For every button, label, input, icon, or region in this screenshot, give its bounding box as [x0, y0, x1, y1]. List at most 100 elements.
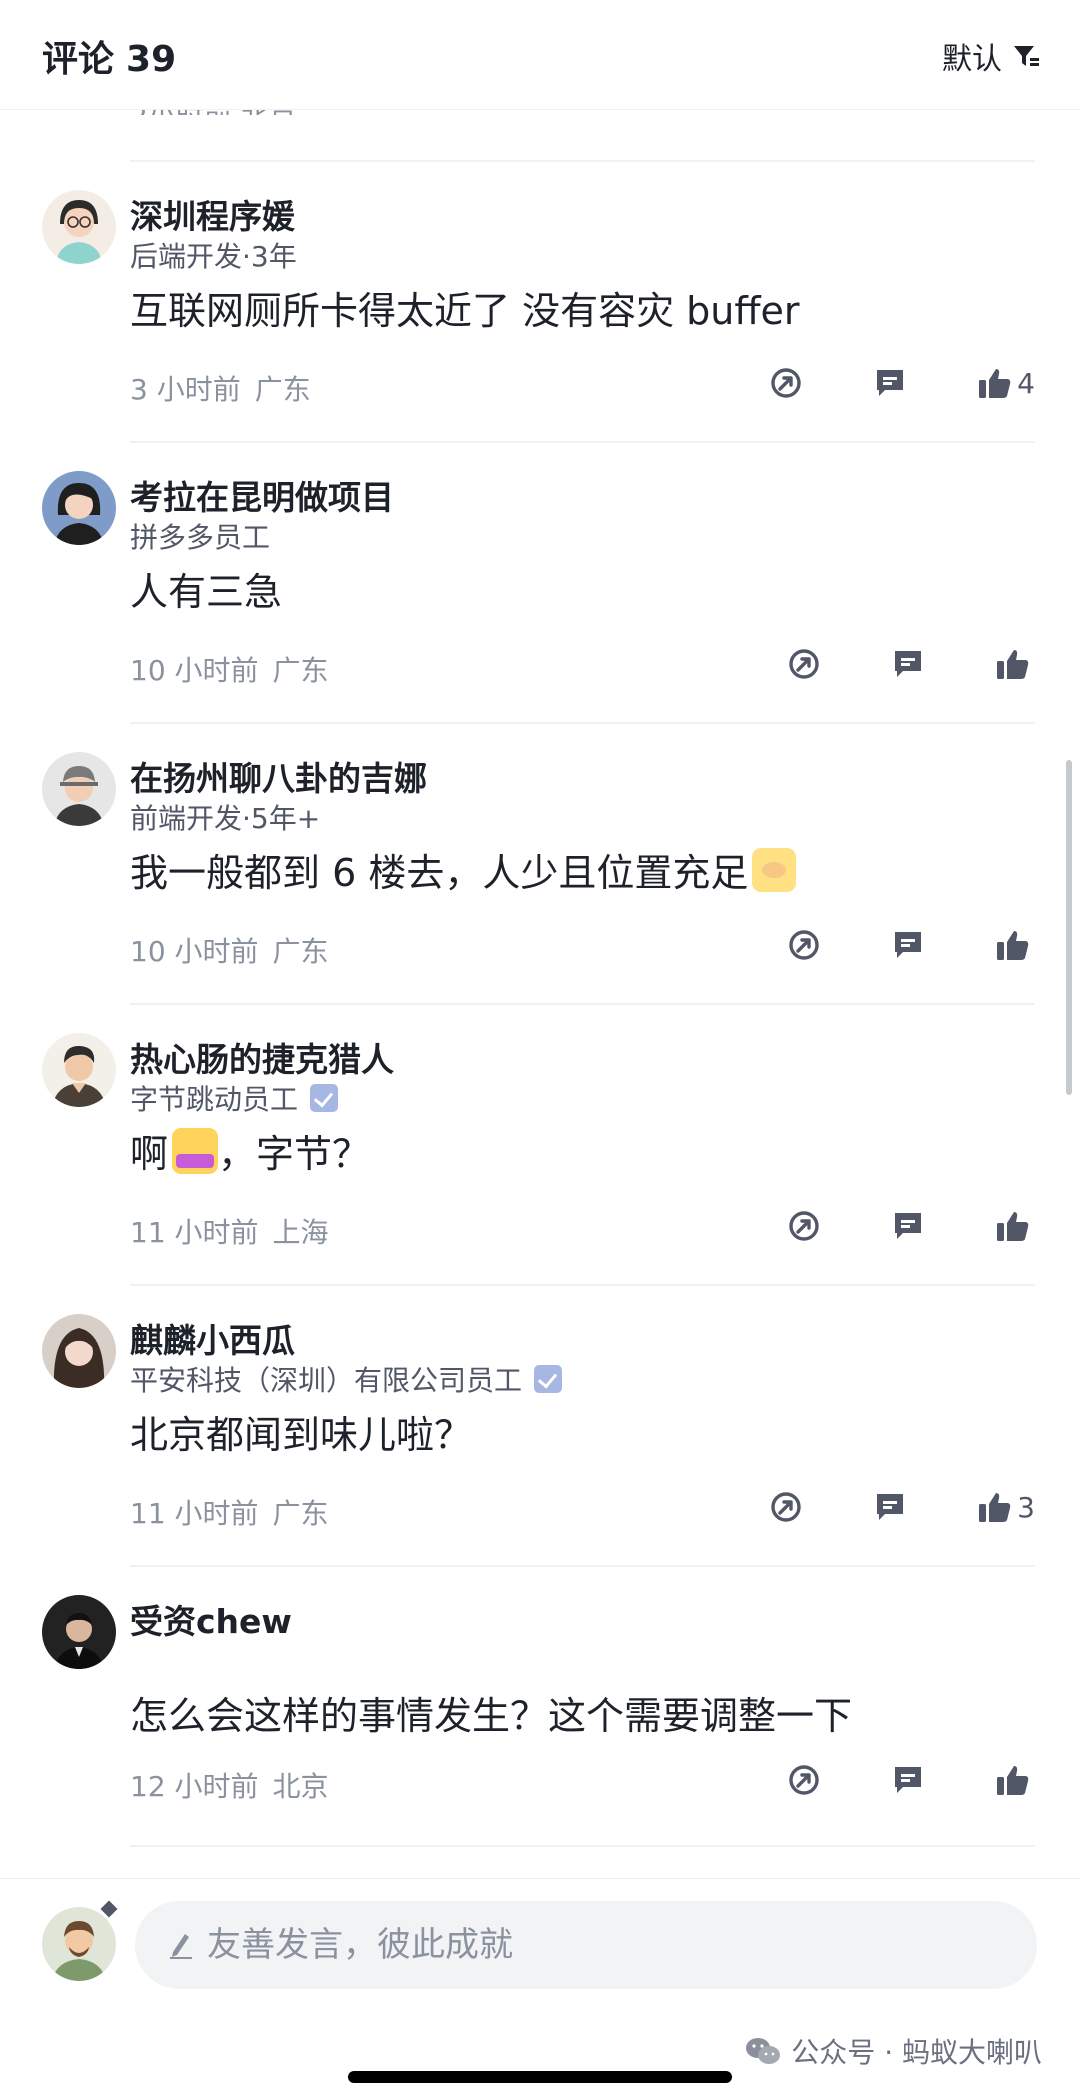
comment-location: 广东 — [254, 373, 311, 406]
comment-divider — [130, 722, 1035, 724]
share-button[interactable] — [769, 1490, 803, 1524]
comment-time-location: 10 小时前 广东 — [130, 930, 329, 970]
comment-composer: 公众号 · 蚂蚁大喇叭 — [0, 1878, 1080, 2097]
reply-button[interactable] — [873, 366, 907, 400]
like-count: 4 — [1017, 366, 1035, 400]
avatar[interactable] — [42, 1033, 116, 1107]
comment-time: 10 小时前 — [130, 654, 259, 687]
sort-label: 默认 — [942, 42, 1002, 77]
comment-icon — [895, 932, 921, 958]
comment-text-after: ，字节？ — [218, 1132, 371, 1176]
comment-actions: 3 — [769, 1490, 1035, 1524]
filter-icon — [1014, 46, 1039, 66]
share-button[interactable] — [769, 366, 803, 400]
reply-button[interactable] — [891, 1763, 925, 1797]
avatar[interactable] — [42, 190, 116, 264]
pen-icon — [170, 1934, 192, 1959]
comment-text: 互联网厕所卡得太近了 没有容灾 buffer — [130, 289, 800, 333]
like-button[interactable] — [995, 928, 1035, 962]
like-button[interactable] — [995, 647, 1035, 681]
thumbs-up-icon — [997, 1766, 1029, 1795]
reply-button[interactable] — [891, 928, 925, 962]
like-button[interactable]: 4 — [977, 366, 1035, 400]
comments-title: 评论 39 — [42, 30, 176, 82]
comment-icon — [877, 370, 904, 396]
comment-actions — [787, 647, 1035, 681]
share-icon — [789, 1211, 819, 1241]
comment-text: 北京都闻到味儿啦？ — [130, 1413, 473, 1457]
comment-input[interactable] — [207, 1925, 987, 1965]
like-button[interactable]: 3 — [977, 1490, 1035, 1524]
share-button[interactable] — [787, 1209, 821, 1243]
comment-text-content: 我一般都到 6 楼去，人少且位置充足 — [130, 851, 749, 895]
comment-footer: 10 小时前 广东 — [130, 647, 1035, 687]
comment-time: 12 小时前 — [130, 1770, 259, 1803]
commenter-title-text: 前端开发·5年+ — [130, 802, 321, 835]
comment-time-location: 12 小时前 北京 — [130, 1765, 329, 1805]
comment-divider — [130, 1845, 1035, 1847]
comment-icon — [895, 1767, 921, 1793]
comment-time-location: 11 小时前 广东 — [130, 1492, 329, 1532]
watermark-text: 公众号 · 蚂蚁大喇叭 — [791, 2036, 1042, 2069]
share-button[interactable] — [787, 1763, 821, 1797]
comment-location: 广东 — [272, 654, 329, 687]
reply-button[interactable] — [873, 1490, 907, 1524]
reply-button[interactable] — [891, 1209, 925, 1243]
scrollbar[interactable] — [1066, 760, 1072, 1095]
comment-divider — [130, 1284, 1035, 1286]
comment-actions — [787, 928, 1035, 962]
thumbs-up-icon — [979, 369, 1011, 398]
commenter-name[interactable]: 在扬州聊八卦的吉娜 — [130, 752, 427, 800]
avatar[interactable] — [42, 471, 116, 545]
comments-header: 评论 39 默认 — [0, 0, 1080, 110]
comment-actions — [787, 1763, 1035, 1797]
comment-location: 广东 — [272, 935, 329, 968]
share-icon — [771, 1492, 801, 1522]
comment-time: 11 小时前 — [130, 1497, 259, 1530]
thumbs-up-icon — [997, 1212, 1029, 1241]
commenter-name[interactable]: 考拉在昆明做项目 — [130, 471, 394, 519]
comment-time: 11 小时前 — [130, 1216, 259, 1249]
comment-text: 人有三急 — [130, 570, 283, 614]
comment-location: 上海 — [272, 1216, 329, 1249]
comment-icon — [895, 651, 921, 677]
comment-footer: 11 小时前 广东 3 — [130, 1490, 1035, 1532]
avatar[interactable] — [42, 1314, 116, 1388]
reply-button[interactable] — [891, 647, 925, 681]
share-icon — [789, 649, 819, 679]
verified-badge-icon — [310, 1084, 339, 1112]
like-button[interactable] — [995, 1209, 1035, 1243]
my-avatar[interactable] — [42, 1907, 116, 1981]
comment-text: 啊 ，字节？ — [130, 1123, 370, 1178]
commenter-name[interactable]: 深圳程序媛 — [130, 190, 295, 238]
comment-actions — [787, 1209, 1035, 1243]
comment-text-before: 啊 — [130, 1132, 169, 1176]
share-button[interactable] — [787, 647, 821, 681]
comment-text: 怎么会这样的事情发生？这个需要调整一下 — [130, 1694, 853, 1738]
commenter-title: 平安科技（深圳）有限公司员工 — [130, 1359, 563, 1399]
share-button[interactable] — [787, 928, 821, 962]
comment-input-box[interactable] — [135, 1901, 1037, 1989]
commenter-name[interactable]: 热心肠的捷克猎人 — [130, 1033, 394, 1081]
commenter-title: 拼多多员工 — [130, 516, 270, 556]
commenter-name[interactable]: 受资chew — [130, 1595, 292, 1643]
home-indicator[interactable] — [348, 2071, 732, 2083]
comment-time: 3 小时前 — [130, 373, 241, 406]
commenter-name[interactable]: 麒麟小西瓜 — [130, 1314, 295, 1362]
comment-footer: 3 小时前 广东 4 — [130, 366, 1035, 408]
comment-footer: 11 小时前 上海 — [130, 1209, 1035, 1249]
like-button[interactable] — [995, 1763, 1035, 1797]
wechat-icon — [746, 2038, 781, 2064]
comment-time: 10 小时前 — [130, 935, 259, 968]
smug-emoji-icon — [172, 1127, 219, 1174]
avatar[interactable] — [42, 1595, 116, 1669]
avatar[interactable] — [42, 752, 116, 826]
share-icon — [771, 368, 801, 398]
commenter-title-text: 拼多多员工 — [130, 521, 271, 554]
comment-time-location: 3 小时前 广东 — [130, 368, 311, 408]
comment-icon — [895, 1213, 921, 1239]
comment-actions: 4 — [769, 366, 1035, 400]
sort-button[interactable]: 默认 — [942, 34, 1040, 78]
commenter-title-text: 平安科技（深圳）有限公司员工 — [130, 1364, 523, 1397]
verified-badge-icon — [534, 1365, 563, 1393]
